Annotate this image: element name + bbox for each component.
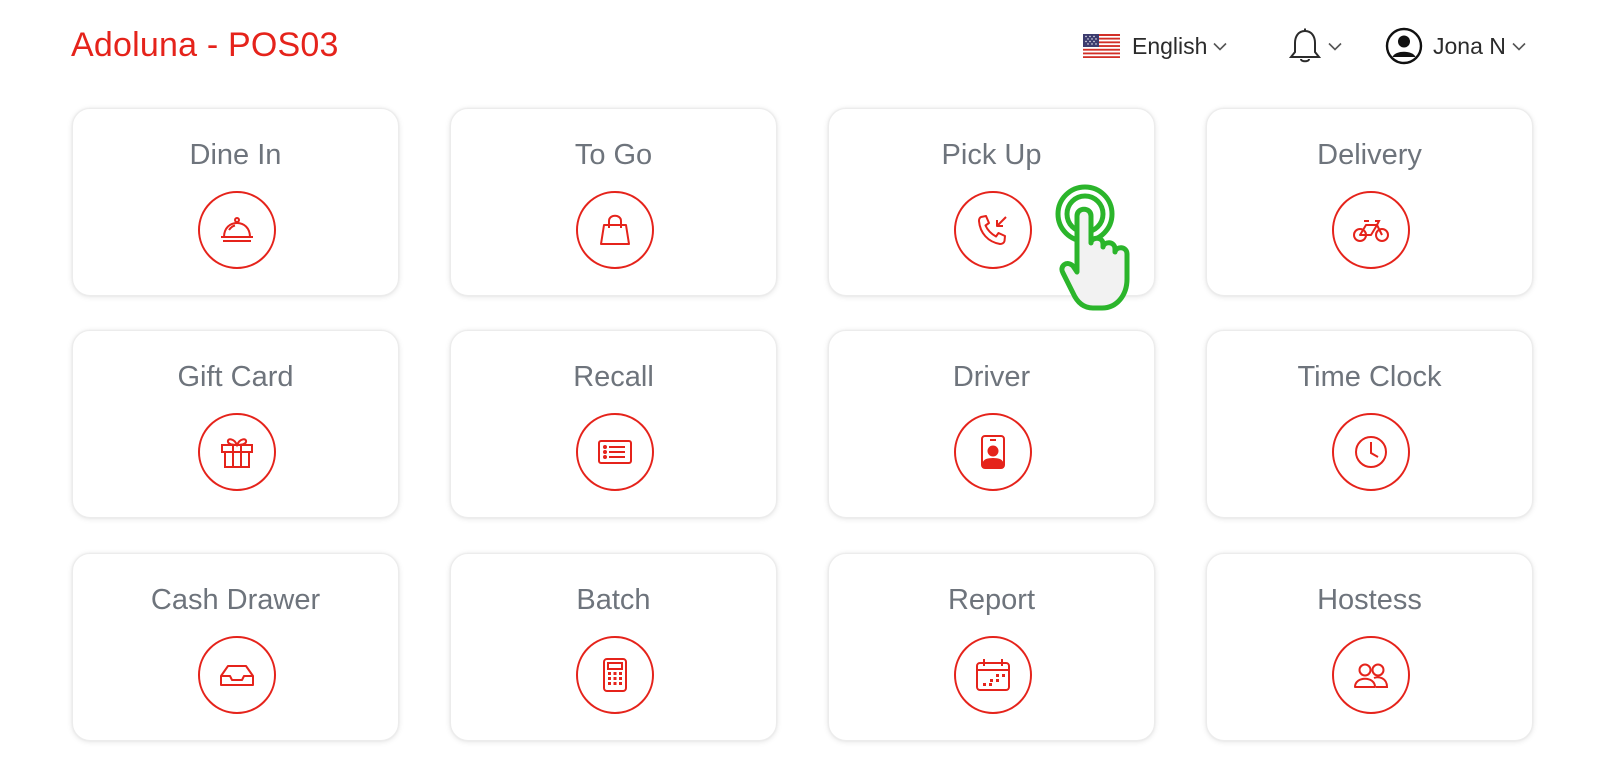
tile-label: Gift Card	[177, 361, 294, 393]
cloche-icon	[221, 217, 253, 242]
tile-icon-circle	[576, 636, 654, 714]
tile-report[interactable]: Report	[828, 553, 1155, 741]
calendar-icon	[976, 659, 1010, 691]
tile-label: Cash Drawer	[150, 584, 321, 616]
incoming-call-icon	[978, 215, 1007, 245]
tile-batch[interactable]: Batch	[450, 553, 777, 741]
tile-dine-in[interactable]: Dine In	[72, 108, 399, 296]
bell-icon	[1288, 28, 1322, 63]
app-title: Adoluna - POS03	[71, 26, 339, 64]
tile-hostess[interactable]: Hostess	[1206, 553, 1533, 741]
cash-drawer-icon	[220, 665, 254, 686]
tile-icon-circle	[1332, 636, 1410, 714]
tile-icon-circle	[954, 636, 1032, 714]
top-bar: Adoluna - POS03 English Jona N	[0, 0, 1600, 95]
tile-label: Dine In	[189, 139, 282, 171]
tile-icon-circle	[1332, 413, 1410, 491]
tile-delivery[interactable]: Delivery	[1206, 108, 1533, 296]
gift-icon	[221, 438, 253, 468]
user-circle-icon	[1385, 27, 1423, 65]
tile-icon-circle	[198, 636, 276, 714]
tile-icon-circle	[1332, 191, 1410, 269]
shopping-bag-icon	[600, 214, 630, 245]
tile-label: Report	[947, 584, 1036, 616]
tile-gift-card[interactable]: Gift Card	[72, 330, 399, 518]
tile-pick-up[interactable]: Pick Up	[828, 108, 1155, 296]
language-selector[interactable]: English	[1083, 26, 1228, 66]
tile-icon-circle	[198, 413, 276, 491]
tile-time-clock[interactable]: Time Clock	[1206, 330, 1533, 518]
bicycle-icon	[1353, 220, 1389, 242]
tile-to-go[interactable]: To Go	[450, 108, 777, 296]
tile-label: Hostess	[1317, 584, 1422, 616]
id-badge-icon	[981, 435, 1005, 469]
tile-label: Recall	[573, 361, 654, 393]
tile-icon-circle	[576, 191, 654, 269]
tile-icon-circle	[576, 413, 654, 491]
receipt-list-icon	[598, 440, 632, 464]
tile-label: Batch	[576, 584, 651, 616]
tile-recall[interactable]: Recall	[450, 330, 777, 518]
tile-label: To Go	[574, 139, 653, 171]
tile-icon-circle	[198, 191, 276, 269]
user-menu[interactable]: Jona N	[1385, 26, 1526, 66]
us-flag-icon	[1083, 34, 1120, 58]
tile-driver[interactable]: Driver	[828, 330, 1155, 518]
calculator-icon	[603, 658, 627, 692]
tile-icon-circle	[954, 413, 1032, 491]
tile-label: Pick Up	[941, 139, 1042, 171]
tile-label: Time Clock	[1297, 361, 1442, 393]
tile-label: Delivery	[1317, 139, 1422, 171]
chevron-down-icon	[1512, 42, 1526, 51]
language-label: English	[1132, 32, 1208, 59]
user-name: Jona N	[1433, 32, 1506, 59]
notifications-button[interactable]	[1288, 26, 1342, 66]
chevron-down-icon	[1213, 42, 1228, 51]
clock-icon	[1355, 436, 1387, 468]
tile-icon-circle	[954, 191, 1032, 269]
users-icon	[1354, 663, 1389, 688]
tile-cash-drawer[interactable]: Cash Drawer	[72, 553, 399, 741]
chevron-down-icon	[1328, 42, 1342, 51]
tile-label: Driver	[952, 361, 1031, 393]
